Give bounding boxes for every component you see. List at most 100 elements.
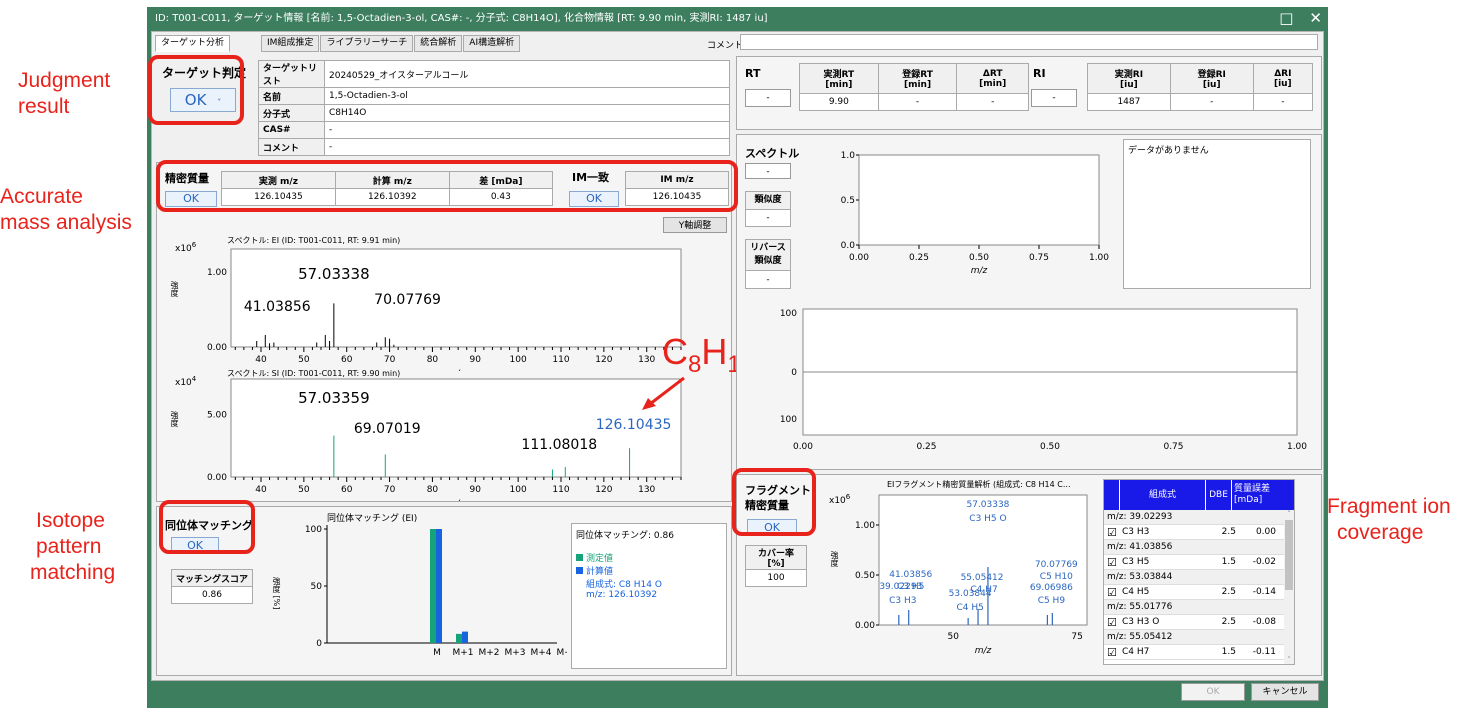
fragment-checkbox[interactable]: ☑ (1104, 645, 1118, 659)
fragment-checkbox[interactable]: ☑ (1104, 555, 1118, 569)
fragment-peak-label: 70.07769 (1035, 560, 1078, 570)
si-peak-label: 69.07019 (354, 421, 421, 437)
fragment-mz-row: m/z: 41.03856 (1104, 540, 1294, 555)
fragment-error: -0.14 (1252, 587, 1276, 597)
x-tick-label: M+3 (504, 648, 525, 658)
fragment-peak-label: C5 H10 (1040, 572, 1073, 582)
si-scale-base: x10 (175, 378, 192, 388)
fragment-rows: m/z: 39.02293 ☑ C3 H3 2.5 0.00 m/z: 41.03856 ☑… (1104, 510, 1294, 660)
si-peak-label: 126.10435 (596, 417, 672, 433)
formula-c: C (662, 331, 688, 372)
target-row: 分子式 C8H14O (258, 104, 730, 122)
plot-area (230, 248, 682, 348)
legend-measured-swatch (576, 554, 583, 561)
x-tick-label: 0.00 (849, 253, 869, 263)
y-tick-label: 100 (780, 415, 797, 425)
bar-calc (436, 529, 442, 643)
si-ylabel: 強度 (170, 411, 179, 427)
annotation-line: Fragment ion (1327, 495, 1451, 518)
x-tick-label: 1.00 (1287, 442, 1307, 452)
annotation-line: Accurate (0, 185, 83, 208)
fragment-row[interactable]: ☑ C4 H7 1.5 -0.11 (1104, 645, 1294, 660)
y-tick-label: 1.00 (207, 268, 227, 278)
isotope-ylabel: 強度 [%] (272, 577, 281, 610)
score-label: マッチングスコア (171, 569, 253, 587)
y-tick-label: 0 (316, 639, 322, 649)
ri-registered: - (1169, 93, 1254, 111)
spectrum-label: スペクトル (745, 147, 800, 160)
spectrum-match-chart: 1.0 0.5 0.0 0.00 0.25 0.50 0.75 1.00 m/z (841, 151, 1110, 276)
col-dbe: DBE (1206, 480, 1232, 510)
fragment-mz-row: m/z: 55.05412 (1104, 630, 1294, 645)
spectra-panel: 精密質量 OK 実測 m/z 計算 m/z 差 [mDa] 126.10435 … (156, 162, 732, 502)
col-ri-delta: ΔRI [iu] (1252, 63, 1314, 94)
app-window: ID: T001-C011, ターゲット情報 [名前: 1,5-Octadien… (147, 7, 1328, 708)
callout-arrow (642, 376, 685, 410)
fragment-row[interactable]: ☑ C3 H3 2.5 0.00 (1104, 525, 1294, 540)
fragment-dbe: 2.5 (1221, 617, 1236, 627)
fragment-row[interactable]: ☑ C3 H5 1.5 -0.02 (1104, 555, 1294, 570)
bar-measured (456, 633, 462, 643)
bar-measured (430, 529, 436, 643)
x-tick-label: M+2 (478, 648, 499, 658)
highlight-accurate-mass (156, 160, 738, 212)
tab-integrated-analysis[interactable]: 統合解析 (414, 35, 463, 52)
ei-ylabel: 強度 (170, 281, 179, 297)
no-data-label: データがありません (1128, 146, 1209, 156)
spectrum-match-panel: スペクトル - 類似度 - リバース 類似度 - 1.0 0.5 0.0 0.00 0.… (736, 134, 1322, 470)
similarity-label: 類似度 (746, 192, 790, 210)
comment-input[interactable] (740, 34, 1318, 50)
ei-spectrum-title: スペクトル: EI (ID: T001-C011, RT: 9.91 min) (227, 236, 401, 245)
fragment-formula: C4 H5 (1122, 587, 1150, 597)
tab-im-composition[interactable]: IM組成推定 (261, 35, 320, 52)
close-icon[interactable]: ✕ (1309, 7, 1322, 31)
x-tick-label: M+5 (556, 648, 567, 658)
target-row-value: 1,5-Octadien-3-ol (324, 87, 730, 105)
fragment-checkbox[interactable]: ☑ (1104, 615, 1118, 629)
fragment-peak-label: 69.06986 (1030, 583, 1073, 593)
fragment-peak-label: 55.05412 (961, 573, 1004, 583)
tab-library-search[interactable]: ライブラリーサーチ (320, 35, 414, 52)
scroll-up-icon[interactable]: ˄ (1284, 510, 1294, 518)
target-row-value: 20240529_オイスターアルコール (324, 60, 730, 88)
rt-ri-panel: RT - 実測RT [min] 登録RT [min] ΔRT [min] 9.9… (736, 56, 1322, 130)
y-tick-label: 0.00 (207, 473, 227, 483)
x-tick-label: 90 (470, 485, 482, 495)
y-tick-label: 1.0 (841, 151, 856, 161)
x-tick-label: 50 (298, 355, 310, 365)
x-tick-label: 80 (427, 355, 439, 365)
fragment-row[interactable]: ☑ C4 H5 2.5 -0.14 (1104, 585, 1294, 600)
tab-target-analysis[interactable]: ターゲット分析 (155, 35, 231, 52)
annotation-fragment: Fragment ion coverage (1327, 494, 1451, 546)
ok-button[interactable]: OK (1181, 683, 1245, 701)
fragment-row[interactable]: ☑ C3 H3 O 2.5 -0.08 (1104, 615, 1294, 630)
coverage-value: 100 (745, 569, 807, 587)
fragment-checkbox[interactable]: ☑ (1104, 525, 1118, 539)
cancel-button[interactable]: キャンセル (1251, 683, 1319, 701)
fragment-formula: C3 H3 (1122, 527, 1150, 537)
plot-area (858, 154, 1100, 246)
y-axis-adjust-button[interactable]: Y軸調整 (663, 217, 727, 233)
ri-table: 実測RI [iu] 登録RI [iu] ΔRI [iu] 1487 - - (1087, 63, 1314, 111)
fragment-error: 0.00 (1255, 527, 1276, 537)
rt-label: RT (745, 67, 761, 80)
scroll-thumb[interactable] (1285, 520, 1293, 590)
y-tick-label: 0 (791, 368, 797, 378)
reverse-label: リバース 類似度 (746, 240, 790, 271)
y-tick-label: 0.00 (207, 343, 227, 353)
scroll-down-icon[interactable]: ˅ (1284, 656, 1294, 664)
si-peak-label: 57.03359 (298, 389, 370, 407)
fragment-checkbox[interactable]: ☑ (1104, 585, 1118, 599)
x-tick-label: 130 (638, 355, 655, 365)
rt-registered: - (877, 93, 958, 111)
annotation-line: pattern (36, 535, 102, 558)
tab-ai-structure[interactable]: AI構造解析 (463, 35, 521, 52)
target-row-key: コメント (258, 138, 325, 156)
x-tick-label: 0.75 (1029, 253, 1049, 263)
legend-calc-swatch (576, 567, 583, 574)
fragment-formula: C3 H5 (1122, 557, 1150, 567)
scrollbar[interactable]: ˄ ˅ (1284, 510, 1294, 664)
fragment-dbe: 1.5 (1221, 647, 1236, 657)
fragment-error: -0.08 (1252, 617, 1276, 627)
maximize-icon[interactable]: □ (1279, 7, 1293, 31)
